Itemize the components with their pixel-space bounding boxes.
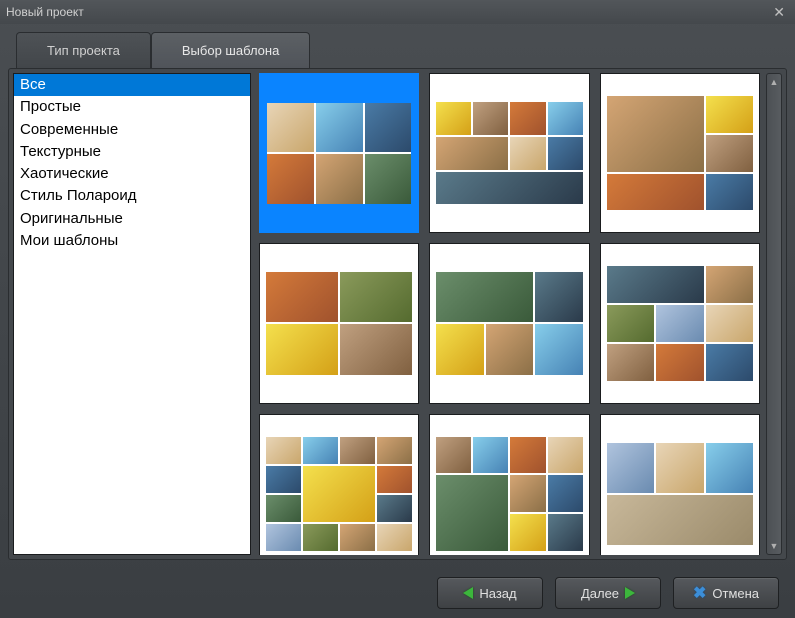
template-thumb[interactable] — [600, 73, 760, 233]
gallery-scrollbar[interactable]: ▲ ▼ — [766, 73, 782, 555]
template-thumb[interactable] — [259, 414, 419, 555]
gallery-wrap: ▲ ▼ — [259, 73, 782, 555]
titlebar: Новый проект ✕ — [0, 0, 795, 24]
category-item[interactable]: Оригинальные — [14, 208, 250, 230]
tab-label: Тип проекта — [47, 43, 120, 58]
window-title: Новый проект — [6, 5, 84, 19]
cancel-icon: ✖ — [693, 583, 706, 603]
category-item[interactable]: Хаотические — [14, 163, 250, 185]
arrow-right-icon — [625, 587, 635, 599]
scroll-down-icon[interactable]: ▼ — [770, 541, 779, 551]
template-thumb[interactable] — [429, 414, 589, 555]
tab-template-select[interactable]: Выбор шаблона — [151, 32, 310, 68]
footer-buttons: Назад Далее ✖ Отмена — [0, 568, 795, 618]
button-label: Назад — [479, 586, 516, 601]
back-button[interactable]: Назад — [437, 577, 543, 609]
category-item[interactable]: Простые — [14, 96, 250, 118]
tab-bar: Тип проекта Выбор шаблона — [0, 24, 795, 68]
next-button[interactable]: Далее — [555, 577, 661, 609]
category-item[interactable]: Современные — [14, 119, 250, 141]
category-item[interactable]: Стиль Полароид — [14, 185, 250, 207]
category-item[interactable]: Текстурные — [14, 141, 250, 163]
category-list[interactable]: Все Простые Современные Текстурные Хаоти… — [13, 73, 251, 555]
tab-project-type[interactable]: Тип проекта — [16, 32, 151, 68]
template-thumb[interactable] — [429, 73, 589, 233]
template-gallery — [259, 73, 766, 555]
template-thumb[interactable] — [600, 414, 760, 555]
content-panel: Все Простые Современные Текстурные Хаоти… — [8, 68, 787, 560]
arrow-left-icon — [463, 587, 473, 599]
template-thumb[interactable] — [259, 243, 419, 403]
button-label: Далее — [581, 586, 619, 601]
button-label: Отмена — [712, 586, 759, 601]
template-thumb[interactable] — [259, 73, 419, 233]
close-icon[interactable]: ✕ — [769, 4, 789, 21]
content-row: Все Простые Современные Текстурные Хаоти… — [13, 73, 782, 555]
scroll-up-icon[interactable]: ▲ — [770, 77, 779, 87]
cancel-button[interactable]: ✖ Отмена — [673, 577, 779, 609]
template-thumb[interactable] — [600, 243, 760, 403]
template-thumb[interactable] — [429, 243, 589, 403]
tab-label: Выбор шаблона — [182, 43, 279, 58]
new-project-dialog: Новый проект ✕ Тип проекта Выбор шаблона… — [0, 0, 795, 618]
category-item[interactable]: Все — [14, 74, 250, 96]
category-item[interactable]: Мои шаблоны — [14, 230, 250, 252]
